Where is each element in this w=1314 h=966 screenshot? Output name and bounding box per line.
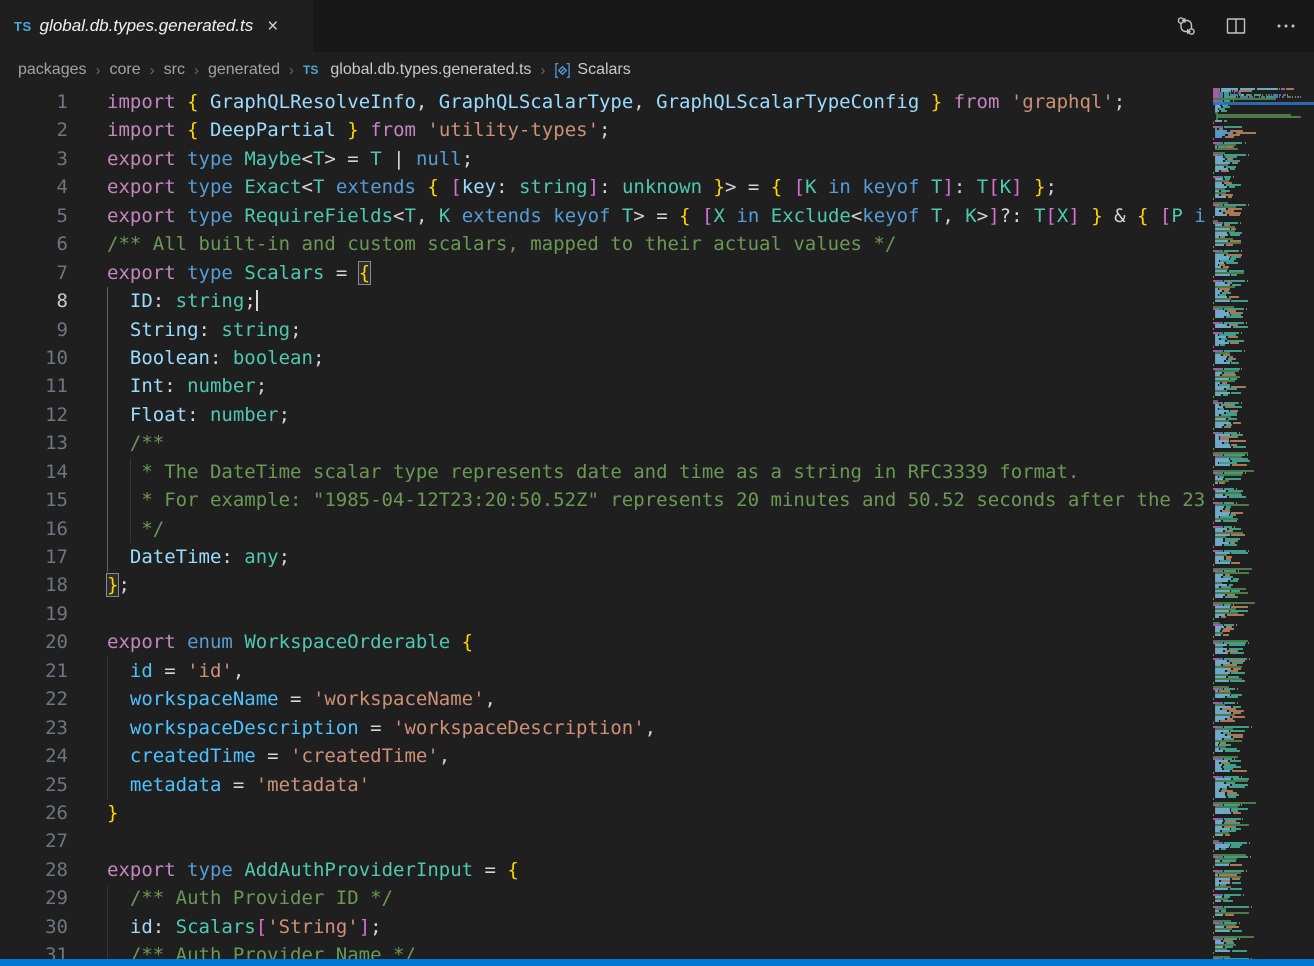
line-number[interactable]: 19 [0,600,68,628]
breadcrumb-separator-icon: › [540,62,545,79]
line-number[interactable]: 14 [0,458,68,486]
close-tab-icon[interactable]: × [267,17,278,36]
breadcrumb-item-file[interactable]: TS global.db.types.generated.ts [303,61,531,79]
breadcrumb-symbol-label: Scalars [577,61,630,79]
line-number[interactable]: 3 [0,145,68,173]
more-actions-icon[interactable] [1274,14,1298,38]
code-line[interactable]: * For example: "1985-04-12T23:20:50.52Z"… [107,486,1205,514]
editor-group: 1234567891011121314151617181920212223242… [0,88,1314,959]
code-line[interactable]: * The DateTime scalar type represents da… [107,458,1079,486]
breadcrumb-item-generated[interactable]: generated [208,61,280,79]
line-number[interactable]: 25 [0,771,68,799]
code-line[interactable]: export type AddAuthProviderInput = { [107,856,519,884]
line-number[interactable]: 18 [0,571,68,599]
code-line[interactable]: id: Scalars['String']; [107,913,382,941]
minimap[interactable] [1213,88,1314,959]
code-line[interactable]: }; [107,571,130,599]
code-line[interactable]: Boolean: boolean; [107,344,324,372]
breadcrumb-separator-icon: › [289,62,294,79]
text-cursor [256,290,258,311]
line-number[interactable]: 27 [0,827,68,855]
line-number[interactable]: 20 [0,628,68,656]
line-number[interactable]: 28 [0,856,68,884]
line-number[interactable]: 21 [0,657,68,685]
code-line[interactable]: createdTime = 'createdTime', [107,742,450,770]
line-number[interactable]: 22 [0,685,68,713]
code-line[interactable]: export enum WorkspaceOrderable { [107,628,473,656]
code-line[interactable]: */ [107,515,164,543]
code-line[interactable]: metadata = 'metadata' [107,771,370,799]
line-number[interactable]: 13 [0,429,68,457]
tab-title: global.db.types.generated.ts [40,16,254,36]
line-number[interactable]: 11 [0,372,68,400]
code-line[interactable]: workspaceName = 'workspaceName', [107,685,496,713]
tab-bar: TS global.db.types.generated.ts × [0,0,1314,52]
split-editor-icon[interactable] [1224,14,1248,38]
line-number[interactable]: 8 [0,287,68,315]
tab-global-db-types[interactable]: TS global.db.types.generated.ts × [0,0,313,52]
typescript-file-icon: TS [14,19,32,34]
line-number[interactable]: 31 [0,941,68,959]
code-line[interactable]: /** Auth Provider ID */ [107,884,393,912]
typescript-file-icon: TS [303,63,318,77]
line-number[interactable]: 9 [0,316,68,344]
line-number[interactable]: 15 [0,486,68,514]
editor-actions [1174,0,1314,52]
code-line[interactable]: } [107,799,118,827]
line-number[interactable]: 29 [0,884,68,912]
line-number[interactable]: 17 [0,543,68,571]
line-number[interactable]: 1 [0,88,68,116]
code-line[interactable]: import { DeepPartial } from 'utility-typ… [107,116,610,144]
vscode-window: TS global.db.types.generated.ts × [0,0,1314,966]
code-line[interactable]: DateTime: any; [107,543,290,571]
code-line[interactable]: export type RequireFields<T, K extends k… [107,202,1206,230]
code-line[interactable]: /** [107,429,164,457]
breadcrumb-item-packages[interactable]: packages [18,61,87,79]
code-line[interactable]: Int: number; [107,372,267,400]
minimap-current-line-marker [1213,102,1314,105]
line-number[interactable]: 24 [0,742,68,770]
line-number[interactable]: 4 [0,173,68,201]
breadcrumb-item-symbol[interactable]: Scalars [554,61,630,79]
line-number[interactable]: 26 [0,799,68,827]
line-number[interactable]: 7 [0,259,68,287]
line-number[interactable]: 23 [0,714,68,742]
status-bar[interactable] [0,959,1314,966]
code-line[interactable]: workspaceDescription = 'workspaceDescrip… [107,714,656,742]
code-area[interactable]: import { GraphQLResolveInfo, GraphQLScal… [90,88,1314,959]
line-number[interactable]: 2 [0,116,68,144]
line-number[interactable]: 10 [0,344,68,372]
code-line[interactable]: Float: number; [107,401,290,429]
code-line[interactable]: id = 'id', [107,657,244,685]
code-line[interactable]: /** Auth Provider Name */ [107,941,416,959]
symbol-type-icon [554,62,571,79]
breadcrumb: packages › core › src › generated › TS global.db.… [0,52,1314,88]
code-line[interactable]: import { GraphQLResolveInfo, GraphQLScal… [107,88,1125,116]
minimap-line [1213,116,1314,118]
breadcrumb-file-label: global.db.types.generated.ts [330,61,531,79]
code-line[interactable]: /** All built-in and custom scalars, map… [107,230,896,258]
line-number[interactable]: 6 [0,230,68,258]
breadcrumb-item-src[interactable]: src [164,61,185,79]
code-line[interactable]: ID: string; [107,287,258,315]
line-number[interactable]: 16 [0,515,68,543]
line-number-gutter: 1234567891011121314151617181920212223242… [0,88,90,959]
line-number[interactable]: 30 [0,913,68,941]
code-line[interactable]: String: string; [107,316,302,344]
open-changes-icon[interactable] [1174,14,1198,38]
breadcrumb-separator-icon: › [150,62,155,79]
line-number[interactable]: 12 [0,401,68,429]
breadcrumb-separator-icon: › [194,62,199,79]
code-line[interactable]: export type Exact<T extends { [key: stri… [107,173,1057,201]
code-line[interactable]: export type Maybe<T> = T | null; [107,145,473,173]
breadcrumb-separator-icon: › [96,62,101,79]
line-number[interactable]: 5 [0,202,68,230]
breadcrumb-item-core[interactable]: core [110,61,141,79]
code-line[interactable]: export type Scalars = { [107,259,370,287]
